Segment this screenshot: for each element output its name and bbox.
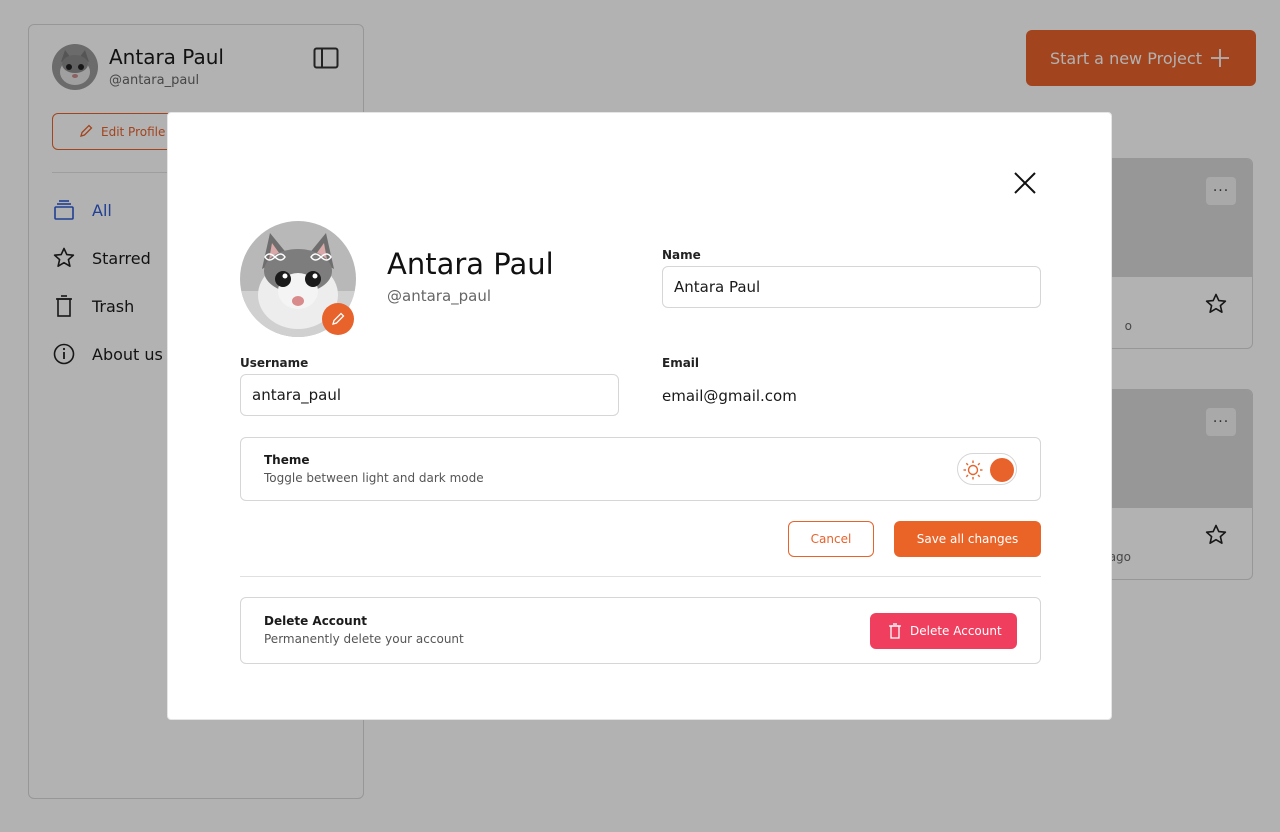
trash-icon (888, 623, 902, 639)
sun-icon (963, 460, 983, 480)
theme-toggle[interactable] (957, 453, 1017, 485)
cancel-button[interactable]: Cancel (788, 521, 874, 557)
theme-description: Toggle between light and dark mode (264, 471, 484, 485)
delete-account-panel: Delete Account Permanently delete your a… (240, 597, 1041, 664)
delete-title: Delete Account (264, 614, 367, 628)
close-icon[interactable] (1013, 171, 1037, 195)
email-value: email@gmail.com (662, 387, 797, 405)
theme-panel: Theme Toggle between light and dark mode (240, 437, 1041, 501)
profile-handle: @antara_paul (387, 287, 492, 305)
delete-account-label: Delete Account (910, 624, 1002, 638)
edit-profile-modal: Antara Paul @antara_paul Name Username E… (167, 112, 1112, 720)
profile-display-name: Antara Paul (387, 247, 554, 281)
username-label: Username (240, 356, 309, 370)
delete-account-button[interactable]: Delete Account (870, 613, 1017, 649)
name-label: Name (662, 248, 701, 262)
username-field[interactable] (240, 374, 619, 416)
toggle-knob (990, 458, 1014, 482)
name-field[interactable] (662, 266, 1041, 308)
save-button[interactable]: Save all changes (894, 521, 1041, 557)
delete-description: Permanently delete your account (264, 632, 464, 646)
edit-avatar-button[interactable] (322, 303, 354, 335)
profile-avatar (240, 221, 356, 337)
pencil-icon (332, 312, 345, 325)
theme-title: Theme (264, 453, 310, 467)
section-divider (240, 576, 1041, 577)
email-label: Email (662, 356, 700, 370)
